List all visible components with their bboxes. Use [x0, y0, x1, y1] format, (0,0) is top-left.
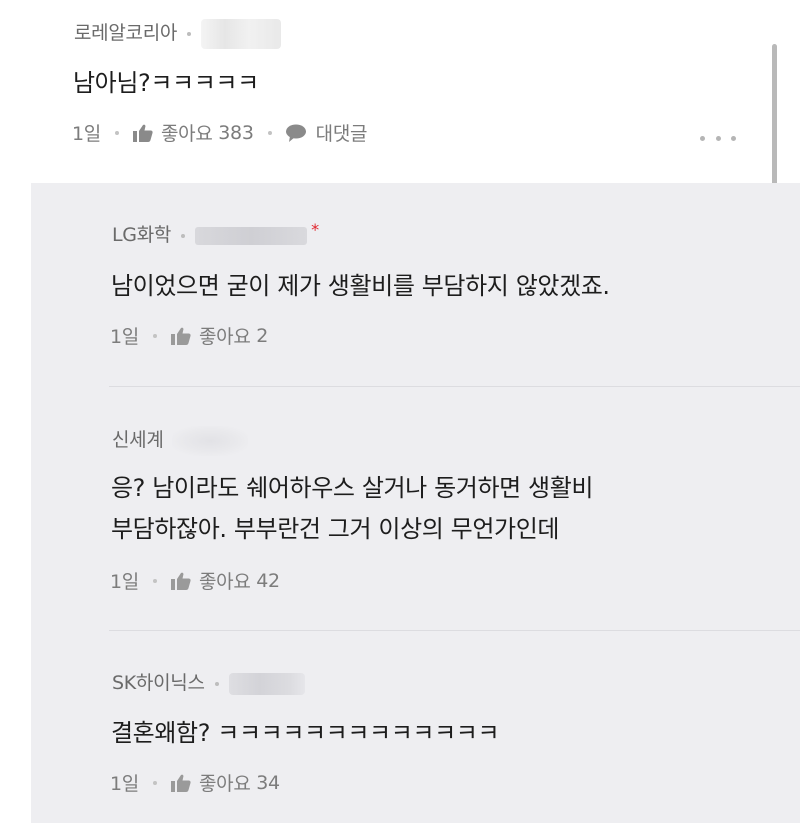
blurred-author-id [228, 672, 305, 695]
reply-divider [109, 386, 800, 387]
more-options-button[interactable] [700, 128, 736, 148]
comment-author-meta: 로레알코리아 [74, 18, 282, 49]
reply-author-meta: LG화학 * [112, 220, 319, 247]
meta-dot [267, 130, 272, 135]
meta-dot [187, 31, 192, 36]
reply-text: 남이었으면 굳이 제가 생활비를 부담하지 않았겠죠. [111, 272, 610, 300]
reply-author-meta: SK하이닉스 [112, 668, 305, 695]
like-count: 383 [218, 121, 254, 144]
thumbs-up-icon [170, 572, 191, 590]
verified-mark: * [311, 220, 319, 239]
meta-dot [152, 578, 157, 583]
comment-text: 남아님?ㅋㅋㅋㅋㅋ [73, 69, 259, 97]
comment-time: 1일 [72, 123, 101, 145]
meta-dot [152, 333, 157, 338]
reply-author-meta: 신세계 [112, 425, 248, 456]
reply-button[interactable]: 대댓글 [285, 119, 367, 146]
meta-dot [181, 233, 186, 238]
reply-text: 응? 남이라도 쉐어하우스 살거나 동거하면 생활비 부담하잖아. 부부란건 그… [111, 474, 594, 543]
reply-time: 1일 [110, 773, 139, 795]
reply-divider [109, 630, 800, 631]
author-company[interactable]: SK하이닉스 [112, 672, 205, 694]
speech-bubble-icon [285, 124, 306, 142]
reply-actions: 1일 좋아요 42 [110, 567, 280, 594]
thumbs-up-icon [132, 124, 153, 142]
reply-actions: 1일 좋아요 34 [110, 769, 280, 796]
meta-dot [214, 681, 219, 686]
reply-time: 1일 [110, 571, 139, 593]
like-count: 42 [256, 569, 280, 592]
blurred-author-id [195, 226, 308, 245]
like-button[interactable]: 좋아요 42 [170, 567, 280, 594]
more-dots-icon [700, 135, 705, 141]
like-count: 34 [256, 771, 280, 794]
reply-text: 결혼왜함? ㅋㅋㅋㅋㅋㅋㅋㅋㅋㅋㅋㅋㅋ [111, 719, 500, 747]
like-count: 2 [256, 324, 269, 347]
blurred-author-id [201, 18, 282, 49]
meta-dot [152, 780, 157, 785]
author-company[interactable]: LG화학 [112, 224, 171, 246]
like-button[interactable]: 좋아요 2 [170, 322, 269, 349]
top-comment: 로레알코리아 남아님?ㅋㅋㅋㅋㅋ 1일 좋아요 383 대댓글 [0, 0, 800, 183]
like-button[interactable]: 좋아요 383 [132, 119, 254, 146]
reply-actions: 1일 좋아요 2 [110, 322, 268, 349]
author-company[interactable]: 로레알코리아 [74, 22, 177, 44]
author-company[interactable]: 신세계 [112, 429, 164, 451]
reply-time: 1일 [110, 326, 139, 348]
comment-actions: 1일 좋아요 383 대댓글 [72, 119, 367, 146]
like-button[interactable]: 좋아요 34 [170, 769, 280, 796]
replies-section: LG화학 * 남이었으면 굳이 제가 생활비를 부담하지 않았겠죠. 1일 좋아요… [31, 183, 800, 823]
blurred-author-id [171, 425, 248, 456]
meta-dot [114, 130, 119, 135]
thumbs-up-icon [170, 774, 191, 792]
thumbs-up-icon [170, 327, 191, 345]
